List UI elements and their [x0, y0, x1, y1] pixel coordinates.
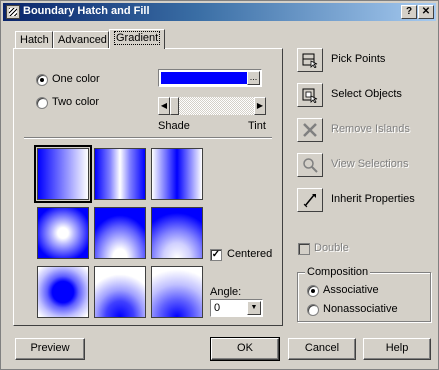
inherit-properties-icon: [303, 194, 316, 208]
gradient-pattern-invcylinder[interactable]: [151, 148, 203, 200]
gradient-pattern-invspherical[interactable]: [37, 266, 89, 318]
tab-hatch[interactable]: Hatch: [15, 31, 53, 48]
select-objects-icon: [302, 88, 318, 103]
gradient-panel: One color Two color ... ◀ ▶ Shade Tint ✓…: [13, 48, 283, 326]
shade-tint-slider[interactable]: ◀ ▶: [158, 97, 266, 115]
view-selections-label: View Selections: [331, 158, 409, 170]
gradient-pattern-hemispherical[interactable]: [94, 207, 146, 259]
associative-radio[interactable]: [307, 285, 319, 297]
double-label: Double: [314, 242, 349, 254]
title-bar: Boundary Hatch and Fill ? ✕: [3, 3, 436, 21]
chevron-down-icon[interactable]: ▼: [247, 301, 261, 315]
cancel-button[interactable]: Cancel: [288, 338, 356, 360]
slider-thumb[interactable]: [170, 97, 179, 115]
remove-islands-icon: [303, 123, 317, 137]
centered-label[interactable]: Centered: [227, 248, 272, 260]
browse-color-button[interactable]: ...: [247, 71, 260, 85]
tab-gradient[interactable]: Gradient: [109, 29, 165, 49]
double-checkbox: [298, 243, 310, 255]
view-selections-button: [297, 153, 323, 177]
slider-right-arrow-icon[interactable]: ▶: [254, 97, 266, 115]
composition-title: Composition: [305, 266, 371, 278]
two-color-radio[interactable]: [36, 97, 48, 109]
slider-left-arrow-icon[interactable]: ◀: [158, 97, 170, 115]
shade-label: Shade: [158, 120, 190, 132]
remove-islands-button: [297, 118, 323, 142]
tab-advanced[interactable]: Advanced: [53, 31, 109, 48]
remove-islands-label: Remove Islands: [331, 123, 410, 135]
select-objects-label[interactable]: Select Objects: [331, 88, 402, 100]
angle-value: 0: [214, 302, 221, 314]
inherit-properties-button[interactable]: [297, 188, 323, 212]
centered-checkbox[interactable]: ✓: [210, 249, 222, 261]
gradient-pattern-invcurved[interactable]: [151, 266, 203, 318]
hatch-app-icon: [6, 5, 20, 19]
two-color-label[interactable]: Two color: [52, 96, 99, 108]
gradient-pattern-curved[interactable]: [151, 207, 203, 259]
close-title-button[interactable]: ✕: [418, 5, 434, 19]
pick-points-label[interactable]: Pick Points: [331, 53, 385, 65]
select-objects-button[interactable]: [297, 83, 323, 107]
angle-label: Angle:: [210, 286, 242, 298]
boundary-hatch-dialog: Boundary Hatch and Fill ? ✕ Hatch Advanc…: [0, 0, 439, 370]
inherit-properties-label[interactable]: Inherit Properties: [331, 193, 415, 205]
separator: [24, 137, 272, 139]
one-color-label[interactable]: One color: [52, 73, 100, 85]
gradient-pattern-linear[interactable]: [34, 145, 92, 203]
gradient-pattern-spherical[interactable]: [37, 207, 89, 259]
tint-label: Tint: [248, 120, 266, 132]
preview-button[interactable]: Preview: [15, 338, 85, 360]
window-title: Boundary Hatch and Fill: [23, 5, 150, 17]
help-button[interactable]: Help: [363, 338, 431, 360]
color-fill: [161, 72, 247, 84]
ok-button[interactable]: OK: [210, 337, 280, 361]
associative-label[interactable]: Associative: [323, 284, 379, 296]
one-color-radio[interactable]: [36, 74, 48, 86]
pick-points-icon: [302, 53, 318, 68]
help-title-button[interactable]: ?: [401, 5, 417, 19]
nonassociative-label[interactable]: Nonassociative: [323, 303, 398, 315]
nonassociative-radio[interactable]: [307, 304, 319, 316]
angle-combobox[interactable]: 0 ▼: [210, 299, 263, 317]
slider-track[interactable]: [170, 97, 254, 115]
color-swatch-field[interactable]: ...: [158, 69, 262, 87]
pick-points-button[interactable]: [297, 48, 323, 72]
gradient-pattern-invhemispherical[interactable]: [94, 266, 146, 318]
gradient-pattern-cylinder[interactable]: [94, 148, 146, 200]
view-selections-icon: [303, 158, 318, 173]
